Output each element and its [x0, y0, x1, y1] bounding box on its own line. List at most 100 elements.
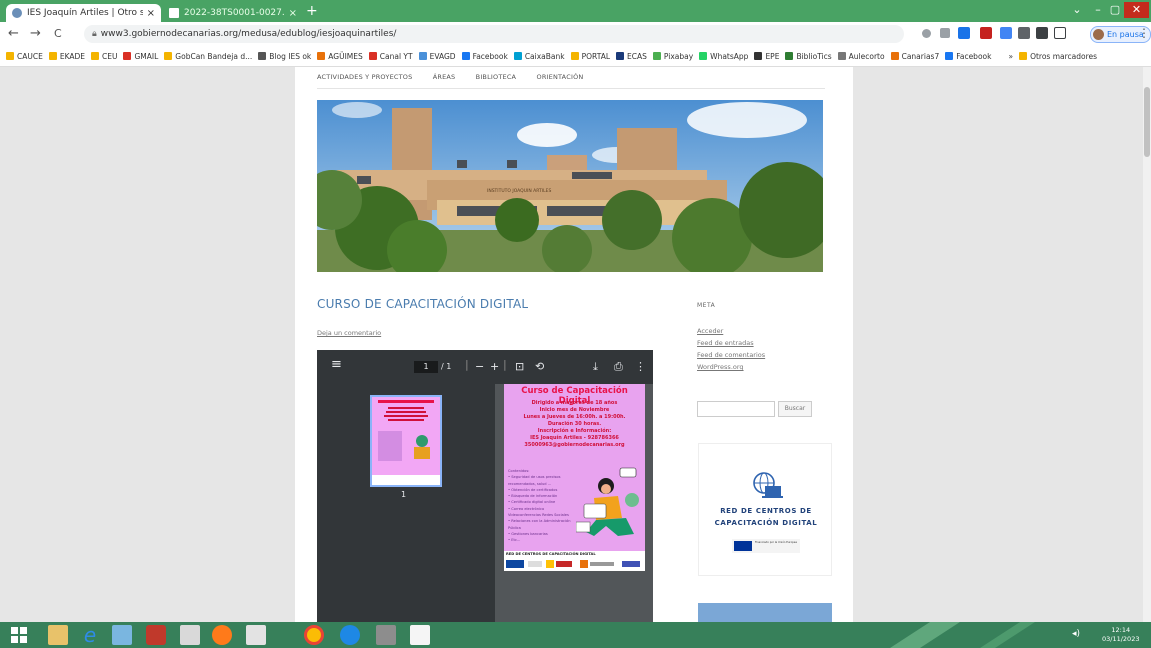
notepad-icon[interactable] [180, 625, 200, 645]
leave-comment-link[interactable]: Deja un comentario [317, 329, 381, 337]
extension-blue-icon[interactable] [1000, 27, 1012, 39]
bookmark-label: Blog IES ok [269, 51, 312, 61]
pdf-thumbnail[interactable] [370, 395, 442, 487]
bookmark-favicon-icon [258, 52, 267, 60]
poster-illustration [576, 467, 639, 536]
bookmark-item[interactable]: CEU [91, 46, 117, 66]
login-link[interactable]: Acceder [697, 327, 723, 335]
nav-item-biblioteca[interactable]: BIBLIOTECA [476, 73, 517, 81]
bookmark-item[interactable]: ECAS [616, 46, 647, 66]
extension-red-icon[interactable] [980, 27, 992, 39]
bookmark-star-icon[interactable] [958, 27, 970, 39]
bookmark-item[interactable]: Aulecorto [837, 46, 885, 66]
bookmark-favicon-icon [890, 52, 899, 60]
extensions-puzzle-icon[interactable] [1036, 27, 1048, 39]
comments-feed-link[interactable]: Feed de comentarios [697, 351, 765, 359]
bookmark-item[interactable]: CAUCE [6, 46, 43, 66]
bookmark-item[interactable]: GMAIL [123, 46, 158, 66]
bookmark-item[interactable]: EVAGD [418, 46, 456, 66]
bookmark-item[interactable]: EPE [754, 46, 779, 66]
bookmark-item[interactable]: GobCan Bandeja d... [164, 46, 252, 66]
tab-search-icon[interactable]: ⌄ [1068, 2, 1086, 18]
extension-gray-icon[interactable] [1018, 27, 1030, 39]
bookmark-item[interactable]: Facebook [945, 46, 991, 66]
bookmark-item[interactable]: Otros marcadores [1019, 46, 1097, 66]
maximize-button[interactable]: ▢ [1108, 2, 1122, 18]
share-icon[interactable] [940, 28, 950, 38]
tab-ies-joaquin-artiles[interactable]: IES Joaquín Artiles | Otro sitio m... × [6, 4, 161, 22]
pdf-page-input[interactable]: 1 [414, 361, 438, 373]
control-panel-icon[interactable] [112, 625, 132, 645]
bookmark-label: EVAGD [429, 51, 456, 61]
bookmark-item[interactable]: EKADE [48, 46, 85, 66]
tab-close-icon[interactable]: × [147, 8, 155, 19]
wordpress-link[interactable]: WordPress.org [697, 363, 744, 371]
side-panel-icon[interactable] [1054, 27, 1066, 39]
poster-footer: RED DE CENTROS DE CAPACITACIÓN DIGITAL [504, 551, 645, 571]
bookmark-item[interactable]: CaixaBank [513, 46, 565, 66]
bookmark-item[interactable]: Canal YT [368, 46, 413, 66]
minimize-button[interactable]: – [1090, 2, 1106, 18]
print-icon[interactable]: ⎙ [614, 360, 623, 374]
bookmark-item[interactable]: » [997, 46, 1013, 66]
close-window-button[interactable]: ✕ [1124, 2, 1149, 18]
bookmark-favicon-icon [368, 52, 377, 60]
internet-explorer-icon[interactable]: e [80, 625, 100, 645]
bookmark-item[interactable]: Blog IES ok [258, 46, 311, 66]
nav-item-actividades[interactable]: ACTIVIDADES Y PROYECTOS [317, 73, 412, 81]
document-icon[interactable] [410, 625, 430, 645]
bookmark-item[interactable]: BiblioTics [785, 46, 832, 66]
zoom-in-button[interactable]: + [490, 360, 499, 373]
lock-icon: 🔒︎ [92, 29, 97, 39]
file-explorer-icon[interactable] [48, 625, 68, 645]
download-icon[interactable]: ⤓ [593, 360, 598, 374]
bookmark-label: Canarias7 [901, 51, 940, 61]
bookmark-item[interactable]: AGÜIMES [317, 46, 363, 66]
tab-logotipo[interactable]: 2022-38TS0001-0027. Logotipo × [163, 4, 303, 22]
network-tool-icon[interactable] [376, 625, 396, 645]
page-scrollbar[interactable] [1143, 67, 1151, 622]
browser-tab-strip: IES Joaquín Artiles | Otro sitio m... × … [0, 0, 1151, 22]
speaker-icon[interactable]: ◂) [1072, 629, 1080, 639]
bookmark-item[interactable]: Canarias7 [890, 46, 940, 66]
nav-item-areas[interactable]: ÁREAS [433, 73, 456, 81]
back-button[interactable]: ← [8, 26, 19, 41]
digital-training-network-badge[interactable]: RED DE CENTROS DE CAPACITACIÓN DIGITAL F… [698, 443, 832, 576]
poster-line: Dirigido a mayores de 18 años [531, 400, 618, 406]
poster-line: Lunes a Jueves de 16:00h. a 19:00h. [523, 414, 626, 420]
search-input[interactable] [697, 401, 775, 417]
zoom-icon[interactable] [922, 29, 931, 38]
badge-line: RED DE CENTROS DE [720, 507, 812, 515]
bookmark-label: CEU [102, 51, 118, 61]
zoom-out-button[interactable]: − [475, 360, 484, 373]
system-clock[interactable]: 12:14 03/11/2023 [1102, 626, 1139, 644]
bookmark-item[interactable]: WhatsApp [699, 46, 748, 66]
address-bar[interactable]: 🔒︎ www3.gobiernodecanarias.org/medusa/edu… [84, 25, 904, 43]
fit-page-icon[interactable]: ⊡ [515, 360, 524, 373]
chrome-icon[interactable] [304, 625, 324, 645]
new-tab-button[interactable]: + [306, 3, 318, 19]
pdf-more-icon[interactable]: ⋮ [635, 360, 646, 373]
bookmark-label: ECAS [627, 51, 647, 61]
forward-button[interactable]: → [30, 26, 41, 41]
browser-menu-icon[interactable]: ⋮ [1138, 26, 1150, 40]
bookmark-item[interactable]: Pixabay [652, 46, 693, 66]
hp-icon[interactable] [340, 625, 360, 645]
entries-feed-link[interactable]: Feed de entradas [697, 339, 754, 347]
search-button[interactable]: Buscar [778, 401, 812, 417]
media-player-icon[interactable] [246, 625, 266, 645]
bookmark-item[interactable]: PORTAL [570, 46, 610, 66]
start-button[interactable] [11, 627, 27, 643]
bookmark-favicon-icon [461, 52, 470, 60]
scrollbar-thumb[interactable] [1144, 87, 1150, 157]
office-icon[interactable] [146, 625, 166, 645]
bookmark-favicon-icon [570, 52, 579, 60]
rotate-icon[interactable]: ⟲ [535, 360, 544, 373]
post-title[interactable]: CURSO DE CAPACITACIÓN DIGITAL [317, 297, 528, 311]
tab-close-icon[interactable]: × [289, 8, 297, 19]
firefox-icon[interactable] [212, 625, 232, 645]
bookmark-item[interactable]: Facebook [461, 46, 508, 66]
nav-item-orientacion[interactable]: ORIENTACIÓN [537, 73, 584, 81]
pdf-menu-icon[interactable]: ≡ [331, 357, 342, 372]
reload-button[interactable]: C [54, 27, 62, 40]
